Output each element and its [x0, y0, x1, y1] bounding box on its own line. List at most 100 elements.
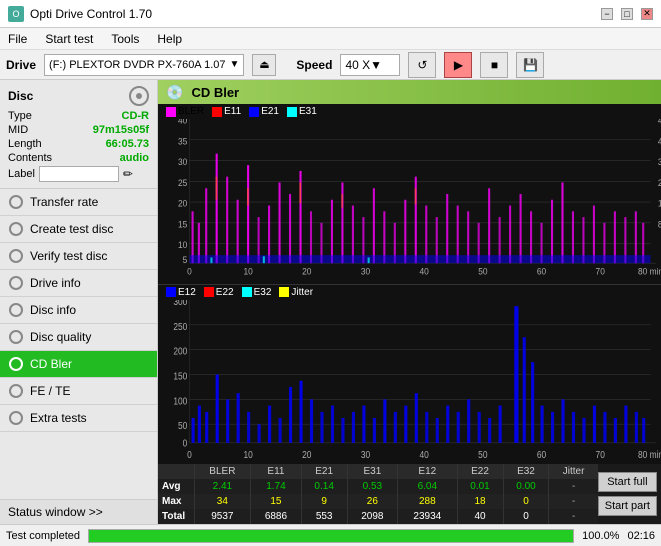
- start-part-button[interactable]: Start part: [598, 496, 657, 516]
- sidebar-item-transfer-rate[interactable]: Transfer rate: [0, 189, 157, 216]
- menu-help[interactable]: Help: [153, 30, 186, 48]
- svg-text:80 min: 80 min: [638, 449, 661, 460]
- legend-e12: E12: [166, 287, 196, 298]
- svg-text:50: 50: [478, 266, 487, 276]
- bler-header: 💿 CD Bler: [158, 80, 661, 104]
- sidebar-item-verify-test-disc[interactable]: Verify test disc: [0, 243, 157, 270]
- svg-text:30: 30: [178, 157, 187, 167]
- charts-container: BLER E11 E21 E31: [158, 104, 661, 464]
- disc-quality-icon: [8, 329, 24, 345]
- label-edit-icon[interactable]: ✏: [123, 167, 133, 181]
- total-label: Total: [158, 509, 194, 524]
- length-label: Length: [8, 138, 42, 150]
- svg-text:35: 35: [178, 136, 187, 146]
- e31-label: E31: [299, 106, 317, 117]
- avg-e11: 1.74: [251, 479, 301, 494]
- max-e11: 15: [251, 494, 301, 509]
- sidebar-label-disc-info: Disc info: [30, 303, 76, 317]
- close-button[interactable]: ✕: [641, 8, 653, 20]
- disc-header: Disc: [8, 86, 149, 106]
- speed-value: 40 X: [345, 58, 370, 72]
- sidebar-item-disc-info[interactable]: Disc info: [0, 297, 157, 324]
- col-header-e11: E11: [251, 464, 301, 479]
- svg-text:40: 40: [420, 449, 429, 460]
- statusbar: Test completed 100.0% 02:16: [0, 524, 661, 546]
- maximize-button[interactable]: □: [621, 8, 633, 20]
- disc-label-row: Label ✏: [8, 166, 149, 182]
- total-e31: 2098: [347, 509, 397, 524]
- stats-avg-row: Avg 2.41 1.74 0.14 0.53 6.04 0.01 0.00 -: [158, 479, 598, 494]
- cd-bler-icon: [8, 356, 24, 372]
- sidebar-item-drive-info[interactable]: Drive info: [0, 270, 157, 297]
- label-input[interactable]: [39, 166, 119, 182]
- drive-label: Drive: [6, 58, 36, 72]
- length-value: 66:05.73: [106, 138, 149, 150]
- progress-time: 02:16: [627, 530, 655, 542]
- disc-length-row: Length 66:05.73: [8, 138, 149, 150]
- disc-info-icon: [8, 302, 24, 318]
- svg-text:40: 40: [420, 266, 429, 276]
- col-header-e21: E21: [301, 464, 347, 479]
- verify-test-disc-icon: [8, 248, 24, 264]
- stop-button[interactable]: ■: [480, 52, 508, 78]
- menu-tools[interactable]: Tools: [107, 30, 143, 48]
- lower-chart: E12 E22 E32 Jitter: [158, 285, 661, 465]
- max-e31: 26: [347, 494, 397, 509]
- svg-text:15: 15: [178, 219, 187, 229]
- content-wrapper: 💿 CD Bler BLER E11: [158, 80, 661, 524]
- svg-text:5: 5: [183, 255, 188, 265]
- start-button[interactable]: ▶: [444, 52, 472, 78]
- sidebar-item-extra-tests[interactable]: Extra tests: [0, 405, 157, 432]
- drive-selector[interactable]: (F:) PLEXTOR DVDR PX-760A 1.07 ▼: [44, 54, 244, 76]
- svg-text:100: 100: [173, 395, 187, 406]
- svg-text:10: 10: [243, 266, 252, 276]
- progress-bar-container: [88, 529, 574, 543]
- eject-button[interactable]: ⏏: [252, 54, 276, 76]
- max-e22: 18: [457, 494, 503, 509]
- svg-text:200: 200: [173, 346, 187, 357]
- titlebar-controls[interactable]: − □ ✕: [601, 8, 653, 20]
- sidebar-item-fe-te[interactable]: FE / TE: [0, 378, 157, 405]
- avg-e32: 0.00: [503, 479, 549, 494]
- speed-selector[interactable]: 40 X ▼: [340, 54, 400, 76]
- sidebar-item-disc-quality[interactable]: Disc quality: [0, 324, 157, 351]
- sidebar-item-cd-bler[interactable]: CD Bler: [0, 351, 157, 378]
- refresh-button[interactable]: ↺: [408, 52, 436, 78]
- disc-contents-row: Contents audio: [8, 152, 149, 164]
- avg-e31: 0.53: [347, 479, 397, 494]
- svg-text:10: 10: [178, 240, 187, 250]
- minimize-button[interactable]: −: [601, 8, 613, 20]
- svg-text:50: 50: [178, 420, 187, 431]
- e12-color: [166, 287, 176, 297]
- sidebar-item-create-test-disc[interactable]: Create test disc: [0, 216, 157, 243]
- titlebar-left: O Opti Drive Control 1.70: [8, 6, 152, 22]
- status-window-button[interactable]: Status window >>: [0, 499, 157, 524]
- label-label: Label: [8, 168, 35, 180]
- svg-text:250: 250: [173, 321, 187, 332]
- col-header-label: [158, 464, 194, 479]
- svg-text:0: 0: [187, 449, 192, 460]
- e32-color: [242, 287, 252, 297]
- app-title: Opti Drive Control 1.70: [30, 7, 152, 21]
- save-button[interactable]: 💾: [516, 52, 544, 78]
- app-icon: O: [8, 6, 24, 22]
- speed-label: Speed: [296, 58, 332, 72]
- legend-e32: E32: [242, 287, 272, 298]
- start-full-button[interactable]: Start full: [598, 472, 657, 492]
- e31-color: [287, 107, 297, 117]
- bler-label: BLER: [178, 106, 204, 117]
- transfer-rate-icon: [8, 194, 24, 210]
- bler-title: CD Bler: [191, 85, 239, 100]
- main-layout: Disc Type CD-R MID 97m15s05f Length 66:0…: [0, 80, 661, 524]
- stats-max-row: Max 34 15 9 26 288 18 0 -: [158, 494, 598, 509]
- menu-start-test[interactable]: Start test: [41, 30, 97, 48]
- status-text: Test completed: [6, 530, 80, 542]
- svg-text:70: 70: [596, 449, 605, 460]
- svg-text:80 min: 80 min: [638, 266, 661, 276]
- max-bler: 34: [194, 494, 251, 509]
- legend-e22: E22: [204, 287, 234, 298]
- svg-text:0: 0: [183, 437, 188, 448]
- fe-te-icon: [8, 383, 24, 399]
- max-jitter: -: [549, 494, 598, 509]
- menu-file[interactable]: File: [4, 30, 31, 48]
